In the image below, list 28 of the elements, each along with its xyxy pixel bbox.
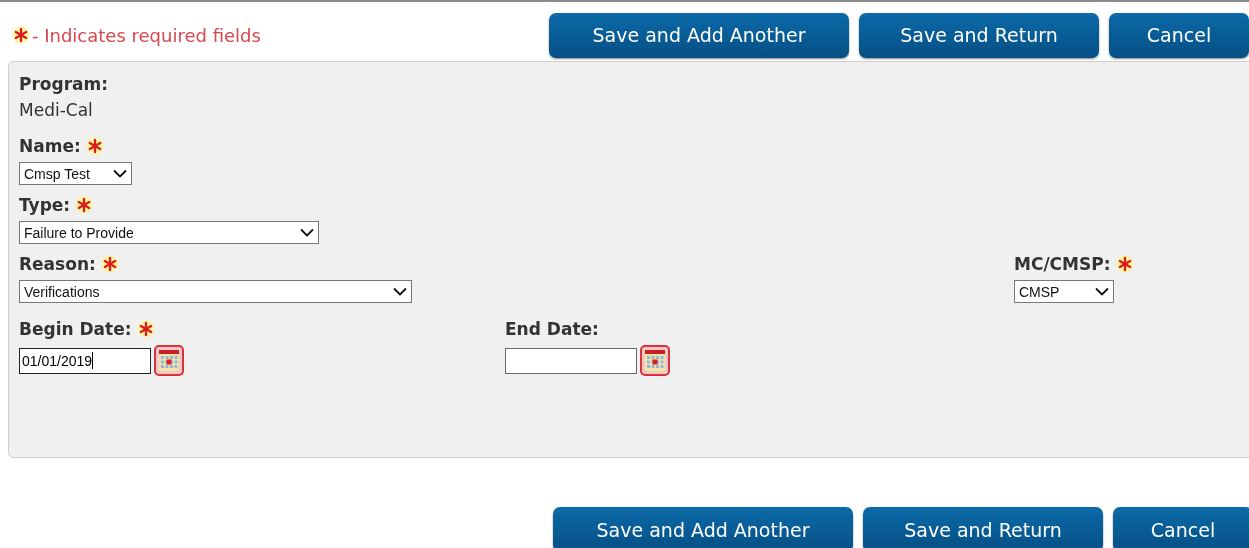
- chevron-down-icon: [1095, 287, 1109, 296]
- field-label: Reason:: [19, 254, 96, 274]
- form-button[interactable]: Save and Return: [859, 12, 1099, 58]
- form-button[interactable]: Save and Return: [863, 507, 1103, 548]
- chevron-down-icon: [113, 169, 127, 178]
- dropdown[interactable]: Verifications: [19, 280, 412, 303]
- field-label: Type:: [19, 195, 71, 215]
- calendar-icon[interactable]: [154, 345, 184, 376]
- required-asterisk-icon: [12, 26, 30, 44]
- date-input[interactable]: [505, 347, 637, 374]
- calendar-icon[interactable]: [640, 345, 670, 376]
- dropdown[interactable]: Cmsp Test: [19, 162, 132, 185]
- field-label: Begin Date:: [19, 319, 132, 339]
- field-label: Program:: [19, 74, 109, 94]
- chevron-down-icon: [393, 287, 407, 296]
- field-value: Medi-Cal: [19, 100, 94, 122]
- chevron-down-icon: [300, 228, 314, 237]
- field-label: Name:: [19, 136, 81, 156]
- required-fields-note: - Indicates required fields: [32, 24, 261, 46]
- dropdown[interactable]: CMSP: [1014, 280, 1114, 303]
- form-button[interactable]: Cancel: [1113, 507, 1249, 548]
- field-label: End Date:: [505, 319, 599, 339]
- form-button[interactable]: Cancel: [1109, 12, 1249, 58]
- dropdown[interactable]: Failure to Provide: [19, 221, 319, 244]
- field-label: MC/CMSP:: [1014, 254, 1111, 274]
- date-input[interactable]: 01/01/2019: [19, 347, 151, 374]
- form-button[interactable]: Save and Add Another: [553, 507, 853, 548]
- form-button[interactable]: Save and Add Another: [549, 12, 849, 58]
